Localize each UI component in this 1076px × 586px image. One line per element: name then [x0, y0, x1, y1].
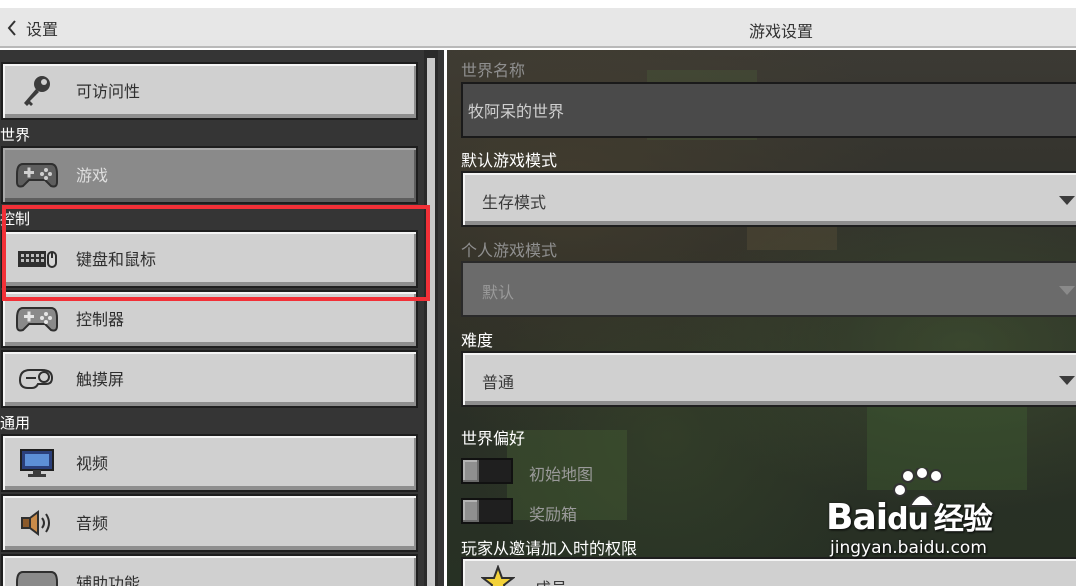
sidebar-item-label: 键盘和鼠标: [76, 249, 157, 269]
toggle-knob: [463, 460, 479, 482]
starting-map-label: 初始地图: [529, 465, 594, 484]
difficulty-value: 普通: [482, 373, 515, 392]
invite-permissions-dropdown[interactable]: 成员: [461, 557, 1076, 586]
star-icon: [480, 564, 516, 586]
back-button[interactable]: 设置: [6, 17, 58, 39]
sidebar-item-label: 可访问性: [76, 81, 141, 101]
speaker-icon: [15, 505, 59, 541]
toggle-knob: [463, 500, 479, 522]
default-game-mode-dropdown[interactable]: 生存模式: [461, 171, 1076, 227]
sidebar-item-label: 控制器: [76, 309, 125, 329]
sidebar-item-assist[interactable]: 辅助功能: [1, 554, 418, 586]
sidebar-item-label: 触摸屏: [76, 369, 125, 389]
difficulty-label: 难度: [461, 331, 494, 350]
sidebar-item-accessibility[interactable]: 可访问性: [1, 62, 418, 120]
title-bar: 设置 游戏设置: [0, 8, 1076, 48]
settings-sidebar: 可访问性 世界 游戏 控制 键盘和鼠标 控制器 触摸屏 通用 视频 音频 辅助功…: [0, 50, 444, 586]
section-label-general: 通用: [0, 414, 31, 432]
sidebar-item-touchscreen[interactable]: 触摸屏: [1, 350, 418, 408]
section-label-controls: 控制: [0, 210, 31, 228]
monitor-icon: [15, 445, 59, 481]
controller-icon: [15, 565, 59, 586]
sidebar-item-label: 音频: [76, 513, 109, 533]
bonus-chest-toggle[interactable]: [461, 498, 513, 524]
chevron-down-icon: [1059, 376, 1075, 385]
personal-game-mode-value: 默认: [482, 283, 515, 302]
world-preferences-label: 世界偏好: [461, 429, 526, 448]
key-icon: [15, 73, 59, 109]
bonus-chest-label: 奖励箱: [529, 505, 578, 524]
sidebar-item-keyboard-mouse[interactable]: 键盘和鼠标: [1, 230, 418, 288]
sidebar-item-label: 视频: [76, 453, 109, 473]
page-title: 游戏设置: [749, 22, 814, 41]
difficulty-dropdown[interactable]: 普通: [461, 351, 1076, 407]
sidebar-item-controller[interactable]: 控制器: [1, 290, 418, 348]
touch-hand-icon: [15, 361, 59, 397]
invite-permissions-value: 成员: [535, 575, 567, 586]
chevron-left-icon: [6, 19, 18, 37]
world-name-field[interactable]: [461, 82, 1076, 138]
sidebar-item-audio[interactable]: 音频: [1, 494, 418, 552]
section-label-world: 世界: [0, 126, 31, 144]
sidebar-item-label: 辅助功能: [76, 573, 141, 586]
personal-game-mode-label: 个人游戏模式: [461, 241, 558, 260]
sidebar-item-game[interactable]: 游戏: [1, 146, 418, 204]
invite-permissions-label: 玩家从邀请加入时的权限: [461, 539, 638, 558]
gamepad-icon: [15, 157, 59, 193]
game-settings-panel: 世界名称 默认游戏模式 生存模式 个人游戏模式 默认 难度 普通 世界偏好 初始…: [447, 50, 1076, 586]
chevron-down-icon: [1059, 286, 1075, 295]
sidebar-item-video[interactable]: 视频: [1, 434, 418, 492]
sidebar-scrollbar-thumb[interactable]: [427, 58, 435, 586]
keyboard-mouse-icon: [15, 241, 59, 277]
default-game-mode-label: 默认游戏模式: [461, 151, 558, 170]
sidebar-item-label: 游戏: [76, 165, 109, 185]
world-name-label: 世界名称: [461, 61, 526, 80]
controller-icon: [15, 301, 59, 337]
back-label: 设置: [26, 20, 59, 39]
default-game-mode-value: 生存模式: [482, 193, 547, 212]
starting-map-toggle[interactable]: [461, 458, 513, 484]
chevron-down-icon: [1059, 196, 1075, 205]
world-name-input[interactable]: [463, 84, 1076, 136]
personal-game-mode-dropdown: 默认: [461, 261, 1076, 317]
